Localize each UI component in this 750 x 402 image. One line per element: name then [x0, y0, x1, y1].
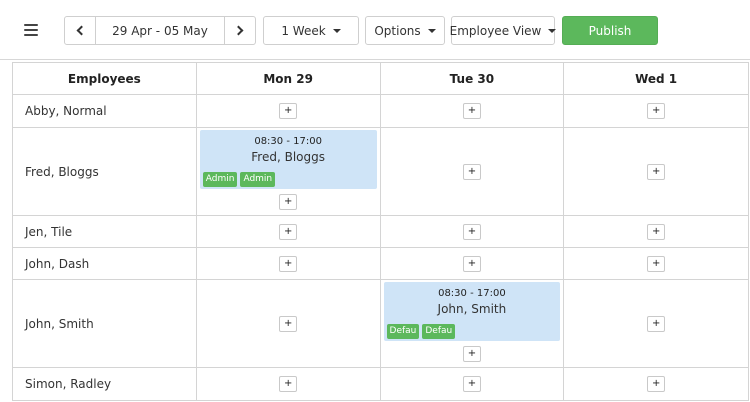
role-badge: Defau: [422, 324, 456, 339]
period-dropdown-label: 1 Week: [281, 23, 326, 38]
add-shift-button[interactable]: +: [279, 194, 298, 210]
role-badge: Admin: [240, 172, 276, 187]
employee-name: Simon, Radley: [13, 368, 197, 400]
add-shift-button[interactable]: +: [647, 315, 666, 332]
add-shift-button[interactable]: +: [647, 223, 666, 240]
date-navigator: 29 Apr - 05 May: [64, 16, 256, 45]
publish-button[interactable]: Publish: [562, 16, 658, 45]
column-header-wed: Wed 1: [564, 63, 749, 94]
day-cell: +: [564, 280, 750, 367]
next-week-button[interactable]: [224, 17, 255, 44]
add-shift-button[interactable]: +: [279, 315, 298, 332]
add-shift-button[interactable]: +: [279, 223, 298, 240]
employee-name: Fred, Bloggs: [13, 128, 197, 215]
day-cell: +: [197, 95, 381, 127]
view-dropdown[interactable]: Employee View: [449, 16, 557, 45]
table-row: Abby, Normal + + +: [13, 95, 750, 128]
shift-employee: Fred, Bloggs: [251, 150, 325, 164]
day-cell: +: [197, 280, 381, 367]
shift-time: 08:30 - 17:00: [254, 136, 322, 147]
day-cell: 08:30 - 17:00 Fred, Bloggs Admin Admin +: [197, 128, 381, 215]
period-dropdown[interactable]: 1 Week: [263, 16, 359, 45]
day-cell: +: [564, 95, 750, 127]
add-shift-button[interactable]: +: [647, 103, 666, 119]
day-cell: +: [381, 216, 565, 247]
add-shift-button[interactable]: +: [647, 255, 666, 272]
employee-name: John, Dash: [13, 248, 197, 279]
caret-down-icon: [427, 28, 436, 33]
add-shift-button[interactable]: +: [462, 376, 481, 392]
chevron-left-icon: [76, 25, 87, 36]
employee-name: Jen, Tile: [13, 216, 197, 247]
day-cell: +: [197, 216, 381, 247]
toolbar: 29 Apr - 05 May 1 Week Options Employee …: [0, 0, 750, 60]
add-shift-button[interactable]: +: [647, 163, 666, 180]
add-shift-button[interactable]: +: [462, 103, 481, 119]
day-cell: +: [564, 248, 750, 279]
day-cell: +: [381, 95, 565, 127]
shift-card[interactable]: 08:30 - 17:00 John, Smith Defau Defau: [383, 282, 561, 341]
day-cell: +: [197, 368, 381, 400]
add-shift-button[interactable]: +: [462, 223, 481, 240]
date-range-label: 29 Apr - 05 May: [112, 23, 208, 38]
add-shift-button[interactable]: +: [279, 376, 298, 392]
column-header-mon: Mon 29: [197, 63, 381, 94]
table-row: John, Smith + 08:30 - 17:00 John, Smith …: [13, 280, 750, 368]
add-shift-button[interactable]: +: [462, 346, 481, 362]
table-row: Simon, Radley + + +: [13, 368, 750, 401]
shift-time: 08:30 - 17:00: [438, 288, 506, 299]
toolbar-divider: [0, 59, 750, 60]
day-cell: +: [381, 128, 565, 215]
view-dropdown-label: Employee View: [449, 23, 542, 38]
column-header-employees: Employees: [13, 63, 197, 94]
options-dropdown-label: Options: [374, 23, 421, 38]
column-header-tue: Tue 30: [381, 63, 565, 94]
schedule-grid: Employees Mon 29 Tue 30 Wed 1 Abby, Norm…: [12, 62, 750, 401]
shift-card[interactable]: 08:30 - 17:00 Fred, Bloggs Admin Admin: [199, 130, 377, 189]
day-cell: 08:30 - 17:00 John, Smith Defau Defau +: [381, 280, 565, 367]
caret-down-icon: [332, 28, 341, 33]
day-cell: +: [564, 216, 750, 247]
shift-employee: John, Smith: [437, 302, 507, 316]
header-row: Employees Mon 29 Tue 30 Wed 1: [13, 63, 749, 95]
day-cell: +: [197, 248, 381, 279]
day-cell: +: [564, 128, 750, 215]
employee-name: John, Smith: [13, 280, 197, 367]
add-shift-button[interactable]: +: [279, 103, 298, 119]
day-cell: +: [564, 368, 750, 400]
day-cell: +: [381, 248, 565, 279]
add-shift-button[interactable]: +: [279, 255, 298, 272]
previous-week-button[interactable]: [65, 17, 96, 44]
hamburger-menu-icon[interactable]: [24, 24, 38, 36]
caret-down-icon: [548, 28, 557, 33]
table-row: Fred, Bloggs 08:30 - 17:00 Fred, Bloggs …: [13, 128, 750, 216]
role-badge: Admin: [202, 172, 238, 187]
add-shift-button[interactable]: +: [647, 376, 666, 392]
options-dropdown[interactable]: Options: [365, 16, 445, 45]
add-shift-button[interactable]: +: [462, 163, 481, 180]
add-shift-button[interactable]: +: [462, 255, 481, 272]
table-row: Jen, Tile + + +: [13, 216, 750, 248]
table-row: John, Dash + + +: [13, 248, 750, 280]
employee-name: Abby, Normal: [13, 95, 197, 127]
role-badge: Defau: [386, 324, 420, 339]
chevron-right-icon: [233, 25, 244, 36]
day-cell: +: [381, 368, 565, 400]
